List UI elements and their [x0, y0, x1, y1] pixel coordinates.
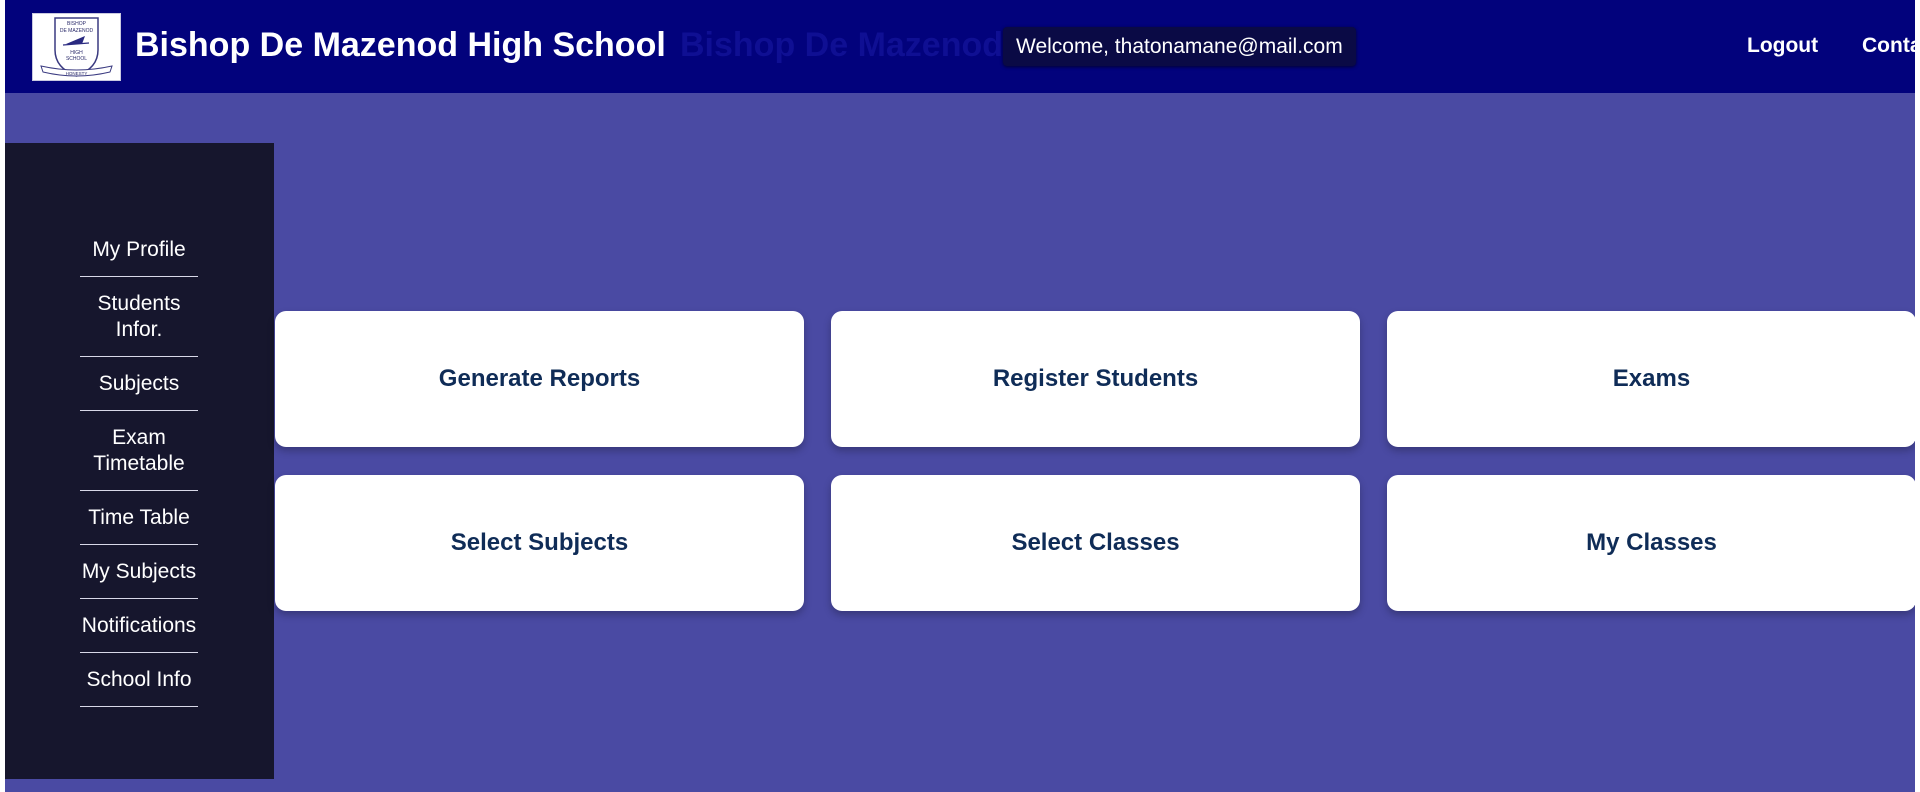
school-logo[interactable]: BISHOP DE MAZENOD HIGH SCHOOL HONESTY	[32, 13, 121, 81]
exams-card[interactable]: Exams	[1387, 311, 1915, 447]
sidebar-item-school-info[interactable]: School Info	[80, 653, 198, 707]
school-title: Bishop De Mazenod High School	[135, 26, 666, 64]
sidebar-menu: My Profile Students Infor. Subjects Exam…	[80, 223, 198, 707]
sidebar-item-my-profile[interactable]: My Profile	[80, 223, 198, 277]
school-title-ghost: Bishop De Mazenod	[680, 26, 1004, 64]
sidebar-item-exam-timetable[interactable]: Exam Timetable	[80, 411, 198, 491]
sidebar-item-subjects[interactable]: Subjects	[80, 357, 198, 411]
top-header: BISHOP DE MAZENOD HIGH SCHOOL HONESTY Bi…	[5, 0, 1915, 93]
generate-reports-card[interactable]: Generate Reports	[275, 311, 804, 447]
logo-motto: HONESTY	[66, 71, 88, 76]
app-frame: BISHOP DE MAZENOD HIGH SCHOOL HONESTY Bi…	[5, 0, 1915, 792]
sidebar-item-time-table[interactable]: Time Table	[80, 491, 198, 545]
logo-text-line2: DE MAZENOD	[60, 28, 94, 34]
select-classes-card[interactable]: Select Classes	[831, 475, 1360, 611]
sidebar-item-notifications[interactable]: Notifications	[80, 599, 198, 653]
my-classes-card[interactable]: My Classes	[1387, 475, 1915, 611]
sidebar: My Profile Students Infor. Subjects Exam…	[5, 143, 274, 779]
welcome-badge: Welcome, thatonamane@mail.com	[1003, 27, 1356, 66]
sidebar-item-students-info[interactable]: Students Infor.	[80, 277, 198, 357]
school-crest-icon: BISHOP DE MAZENOD HIGH SCHOOL HONESTY	[40, 17, 113, 77]
register-students-card[interactable]: Register Students	[831, 311, 1360, 447]
contact-link[interactable]: Conta	[1862, 34, 1915, 58]
logo-text-line1: BISHOP	[67, 21, 87, 27]
logout-link[interactable]: Logout	[1747, 34, 1818, 58]
sidebar-item-my-subjects[interactable]: My Subjects	[80, 545, 198, 599]
select-subjects-card[interactable]: Select Subjects	[275, 475, 804, 611]
logo-text-line4: SCHOOL	[66, 56, 87, 62]
